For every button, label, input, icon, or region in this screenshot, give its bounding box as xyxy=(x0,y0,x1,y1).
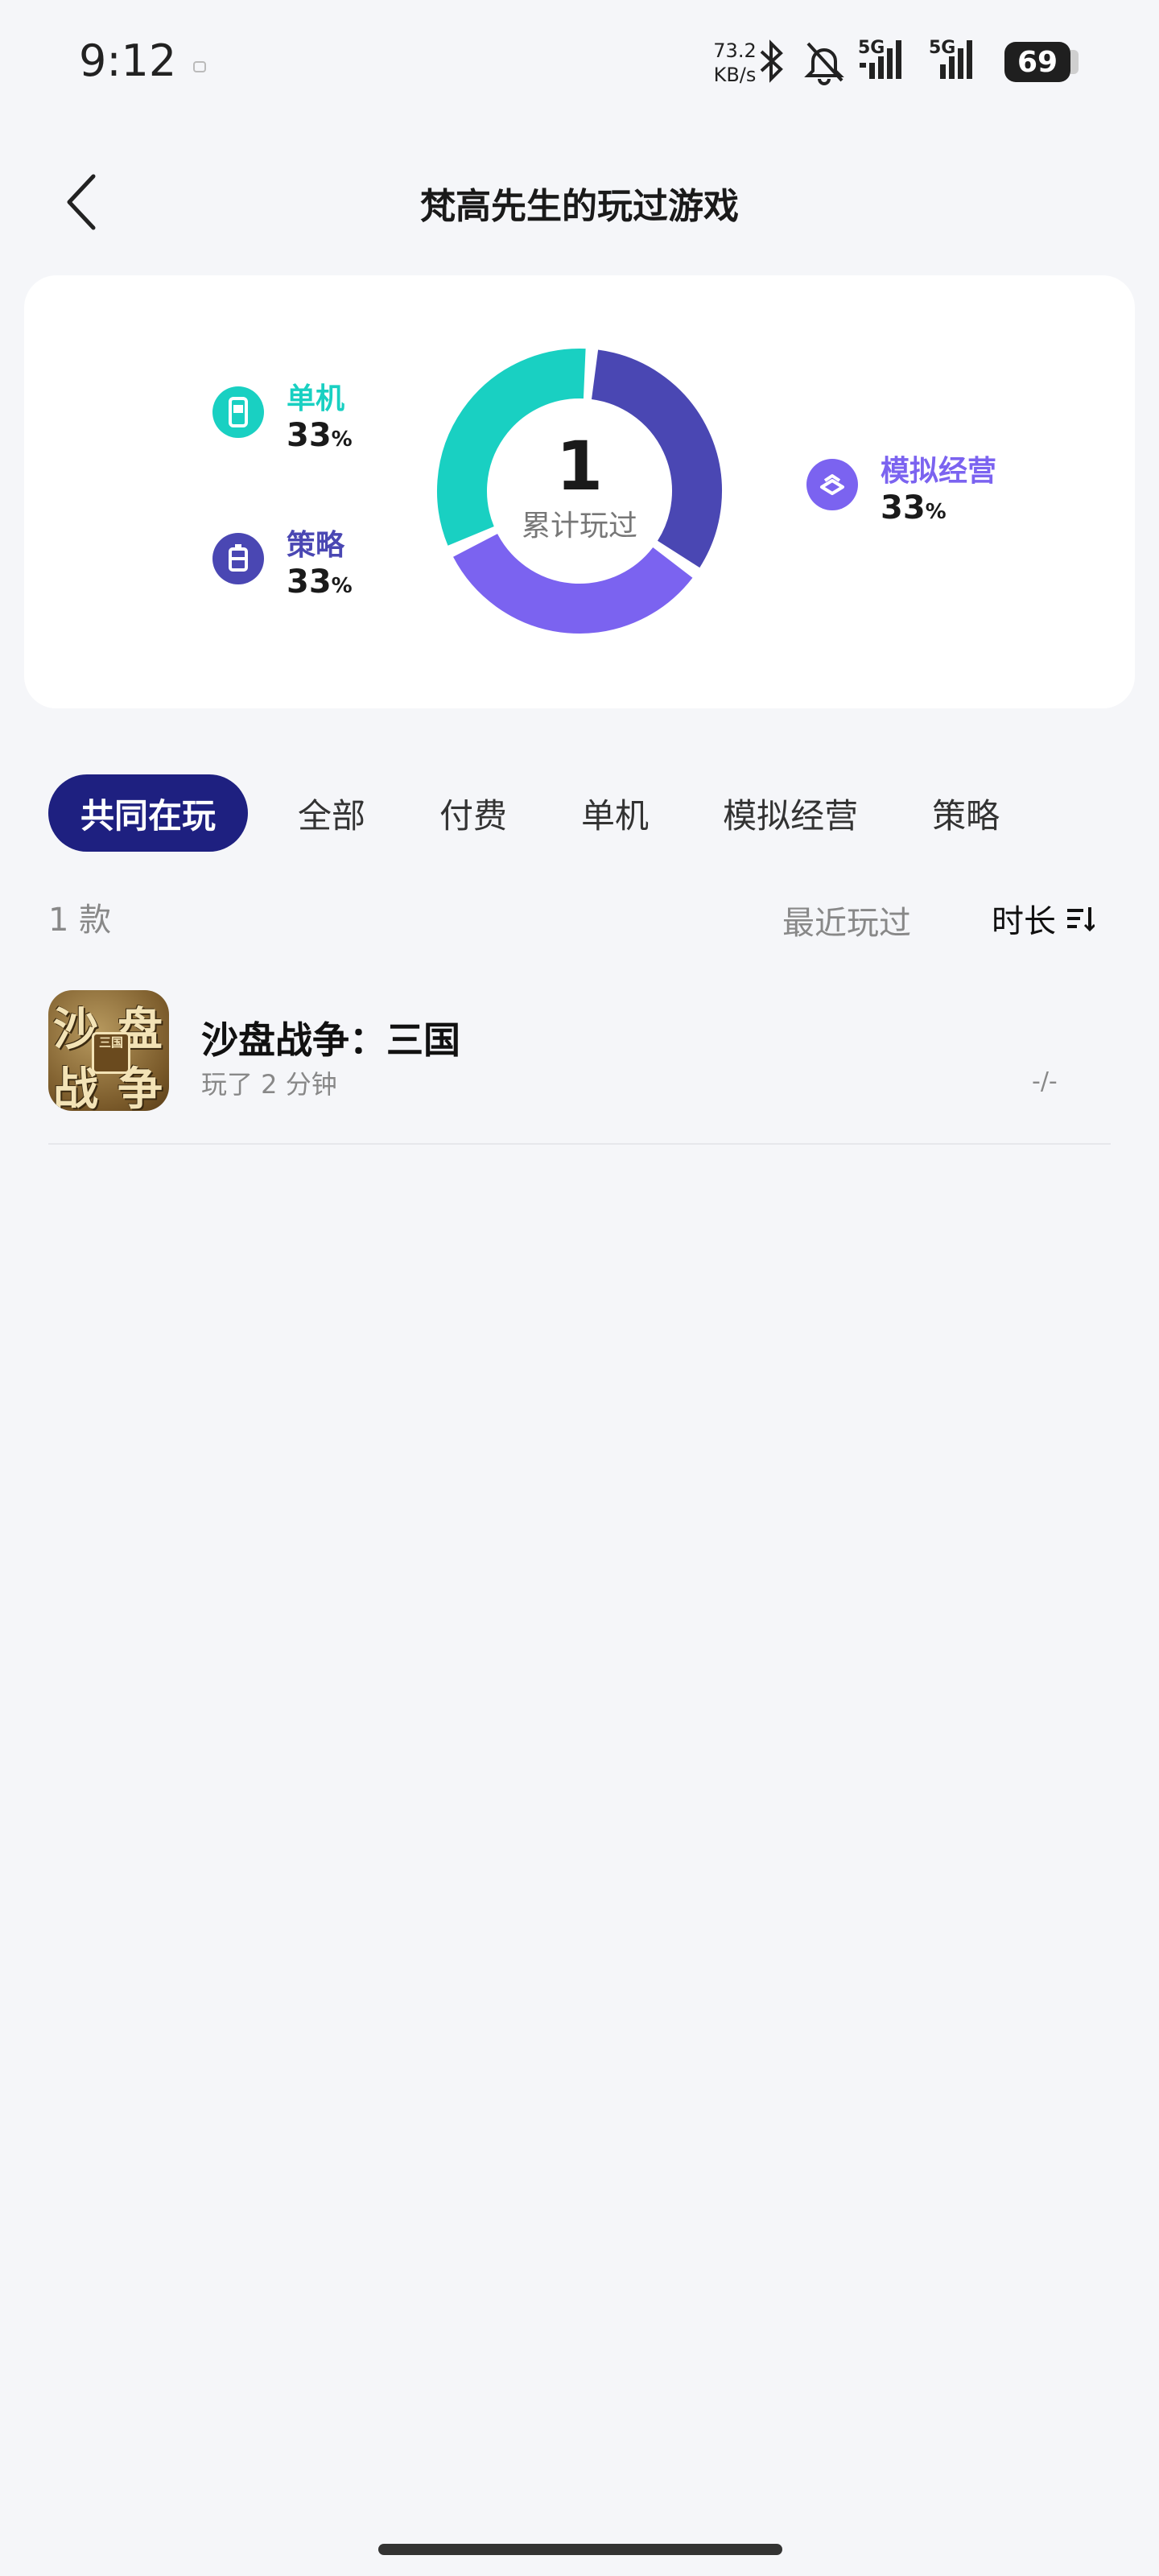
status-icons: 5G 5G xyxy=(760,38,972,85)
tab-simulation[interactable]: 模拟经营 xyxy=(699,774,882,852)
game-play-time: 玩了 2 分钟 xyxy=(201,1069,337,1100)
page-title: 梵高先生的玩过游戏 xyxy=(420,186,739,227)
battery-tip xyxy=(1070,50,1079,74)
sort-duration-button[interactable]: 时长 xyxy=(992,895,1095,942)
muted-bell-icon xyxy=(804,42,844,85)
signal-1-icon: 5G xyxy=(858,38,901,79)
sort-recent-button[interactable]: 最近玩过 xyxy=(782,897,911,943)
game-list-item[interactable]: 沙 盘 战 争 三国 沙盘战争：三国 玩了 2 分钟 -/- xyxy=(48,990,1111,1145)
network-2-label: 5G xyxy=(929,38,955,58)
total-label: 累计玩过 xyxy=(521,510,637,543)
status-time: 9:12 xyxy=(79,35,177,86)
signal-2-icon: 5G xyxy=(929,38,972,79)
game-count: 1 款 xyxy=(48,902,112,939)
bluetooth-icon xyxy=(760,39,783,83)
filter-tabs: 共同在玩 全部 付费 单机 模拟经营 策略 xyxy=(48,774,1050,852)
tab-paid[interactable]: 付费 xyxy=(415,774,531,852)
tab-standalone[interactable]: 单机 xyxy=(557,774,673,852)
tab-all[interactable]: 全部 xyxy=(274,774,390,852)
legend-percent: 33% xyxy=(287,564,353,601)
total-count: 1 xyxy=(555,427,604,506)
network-1-label: 5G xyxy=(858,38,885,58)
game-icon: 沙 盘 战 争 三国 xyxy=(48,990,169,1111)
notification-dot-icon xyxy=(193,61,206,72)
game-name: 沙盘战争：三国 xyxy=(201,1018,460,1062)
battery-indicator: 69 xyxy=(1004,42,1070,82)
game-score: -/- xyxy=(1032,1067,1058,1096)
legend-label: 单机 xyxy=(287,382,345,415)
tab-strategy[interactable]: 策略 xyxy=(908,774,1024,852)
home-indicator[interactable] xyxy=(378,2544,782,2555)
sort-duration-label: 时长 xyxy=(992,903,1056,940)
tab-playing-together[interactable]: 共同在玩 xyxy=(48,774,249,852)
sort-icon xyxy=(1067,907,1095,932)
donut-segment-2 xyxy=(453,533,693,634)
